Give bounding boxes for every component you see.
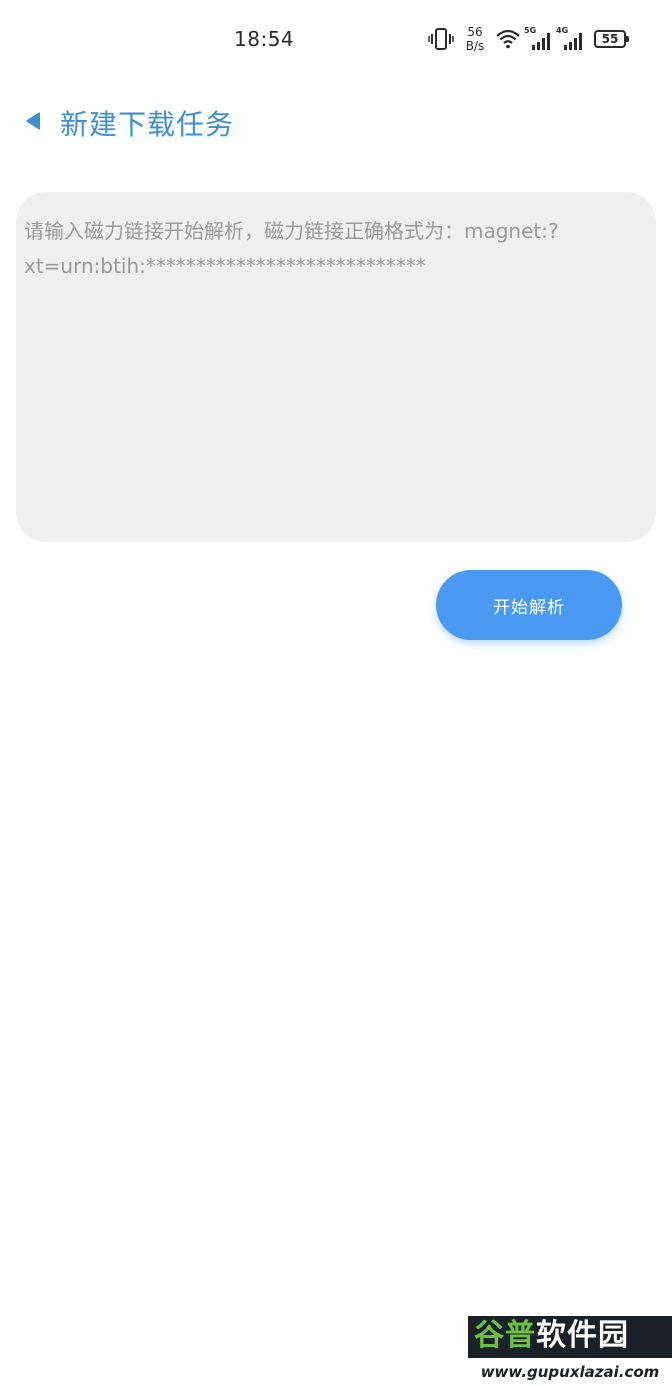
net-speed: 56 B/s: [462, 25, 488, 53]
watermark-url: www.gupuxlazai.com: [468, 1358, 672, 1386]
signal-4g: 4G: [556, 26, 584, 50]
start-parse-button[interactable]: 开始解析: [436, 570, 622, 640]
watermark-brand: 谷普软件园: [474, 1316, 629, 1356]
magnet-link-input[interactable]: [16, 192, 656, 542]
wifi-icon: [496, 29, 520, 49]
watermark-brand-part1: 谷普: [474, 1318, 536, 1353]
net-speed-unit: B/s: [465, 39, 485, 53]
signal-5g: 5G: [524, 26, 552, 50]
net-speed-value: 56: [467, 25, 483, 39]
signal-icon: [564, 33, 582, 50]
magnet-input-box: [16, 192, 656, 542]
back-arrow-icon: [26, 112, 40, 130]
watermark-brand-part2: 软件园: [536, 1318, 629, 1353]
back-button[interactable]: [18, 106, 48, 136]
page-header: 新建下载任务: [0, 92, 672, 152]
vibrate-icon: [428, 28, 454, 50]
watermark-logo: 谷普软件园 www.gupuxlazai.com: [468, 1316, 672, 1386]
new-download-task-screen: 18:54 56 B/s 5G 4G 55 新建下载任务 请输入磁力链接开始解析…: [0, 0, 672, 1386]
status-icons: 56 B/s 5G 4G 55: [428, 22, 629, 56]
signal-icon: [532, 33, 550, 50]
status-time: 18:54: [234, 27, 295, 51]
page-title: 新建下载任务: [60, 108, 235, 141]
status-bar: 18:54 56 B/s 5G 4G 55: [0, 0, 672, 80]
battery-icon: 55: [594, 30, 629, 48]
